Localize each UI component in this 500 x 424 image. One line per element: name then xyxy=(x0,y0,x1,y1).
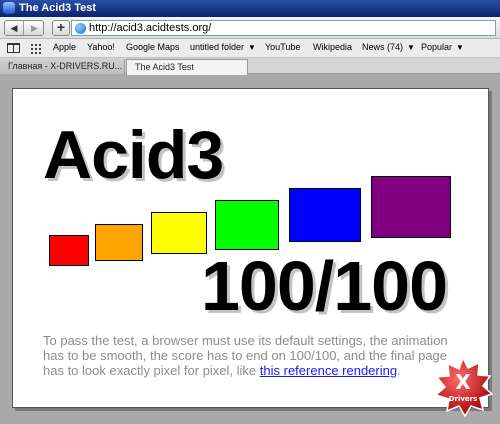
bookmarks-book-icon[interactable] xyxy=(7,43,20,53)
top-sites-grid-icon[interactable] xyxy=(30,43,41,54)
browser-app-icon xyxy=(3,2,15,14)
tab-acid3-test[interactable]: The Acid3 Test xyxy=(126,59,248,75)
score-display: 100/100 xyxy=(201,247,448,325)
reference-rendering-link[interactable]: this reference rendering xyxy=(260,363,397,378)
x-drivers-watermark-logo: X Drivers xyxy=(434,356,494,418)
bucket-lime xyxy=(215,200,279,250)
svg-text:X: X xyxy=(455,370,471,394)
bookmark-youtube[interactable]: YouTube xyxy=(265,42,300,52)
address-url[interactable]: http://acid3.acidtests.org/ xyxy=(89,22,211,34)
chevron-down-icon: ▼ xyxy=(248,43,256,52)
bookmark-google-maps[interactable]: Google Maps xyxy=(126,42,180,52)
bookmark-untitled-folder-label: untitled folder xyxy=(190,42,245,52)
svg-text:Drivers: Drivers xyxy=(449,395,478,403)
acid3-heading: Acid3 xyxy=(43,117,224,193)
globe-icon xyxy=(75,23,86,34)
bucket-orange xyxy=(95,224,143,261)
forward-button[interactable]: ▶ xyxy=(25,21,44,35)
bucket-red xyxy=(49,235,89,266)
bookmark-popular[interactable]: Popular ▼ xyxy=(421,42,464,52)
bookmark-apple[interactable]: Apple xyxy=(53,42,76,52)
window-titlebar: The Acid3 Test xyxy=(0,0,500,17)
window-title: The Acid3 Test xyxy=(19,2,97,14)
bookmark-popular-label: Popular xyxy=(421,42,453,52)
bookmark-untitled-folder[interactable]: untitled folder ▼ xyxy=(190,42,256,52)
address-bar[interactable]: http://acid3.acidtests.org/ xyxy=(71,20,496,36)
bucket-blue xyxy=(289,188,361,242)
instructions-period: . xyxy=(397,363,401,378)
new-tab-button[interactable]: + xyxy=(52,20,70,36)
chevron-down-icon: ▼ xyxy=(407,43,415,52)
page-content: Acid3 100/100 To pass the test, a browse… xyxy=(12,88,489,408)
bookmarks-bar: Apple Yahoo! Google Maps untitled folder… xyxy=(0,39,500,58)
bookmark-yahoo[interactable]: Yahoo! xyxy=(87,42,115,52)
bucket-yellow xyxy=(151,212,207,254)
bucket-purple xyxy=(371,176,451,238)
tab-bar: Главная - X-DRIVERS.RU... The Acid3 Test xyxy=(0,58,500,75)
back-button[interactable]: ◀ xyxy=(5,21,24,35)
bookmark-news[interactable]: News (74) ▼ xyxy=(362,42,415,52)
back-forward-group: ◀ ▶ xyxy=(4,20,44,36)
bookmark-wikipedia[interactable]: Wikipedia xyxy=(313,42,352,52)
instructions-text: To pass the test, a browser must use its… xyxy=(43,333,463,378)
navigation-toolbar: ◀ ▶ + http://acid3.acidtests.org/ xyxy=(0,17,500,39)
bookmark-news-label: News (74) xyxy=(362,42,404,52)
tab-x-drivers[interactable]: Главная - X-DRIVERS.RU... xyxy=(0,59,125,74)
chevron-down-icon: ▼ xyxy=(456,43,464,52)
